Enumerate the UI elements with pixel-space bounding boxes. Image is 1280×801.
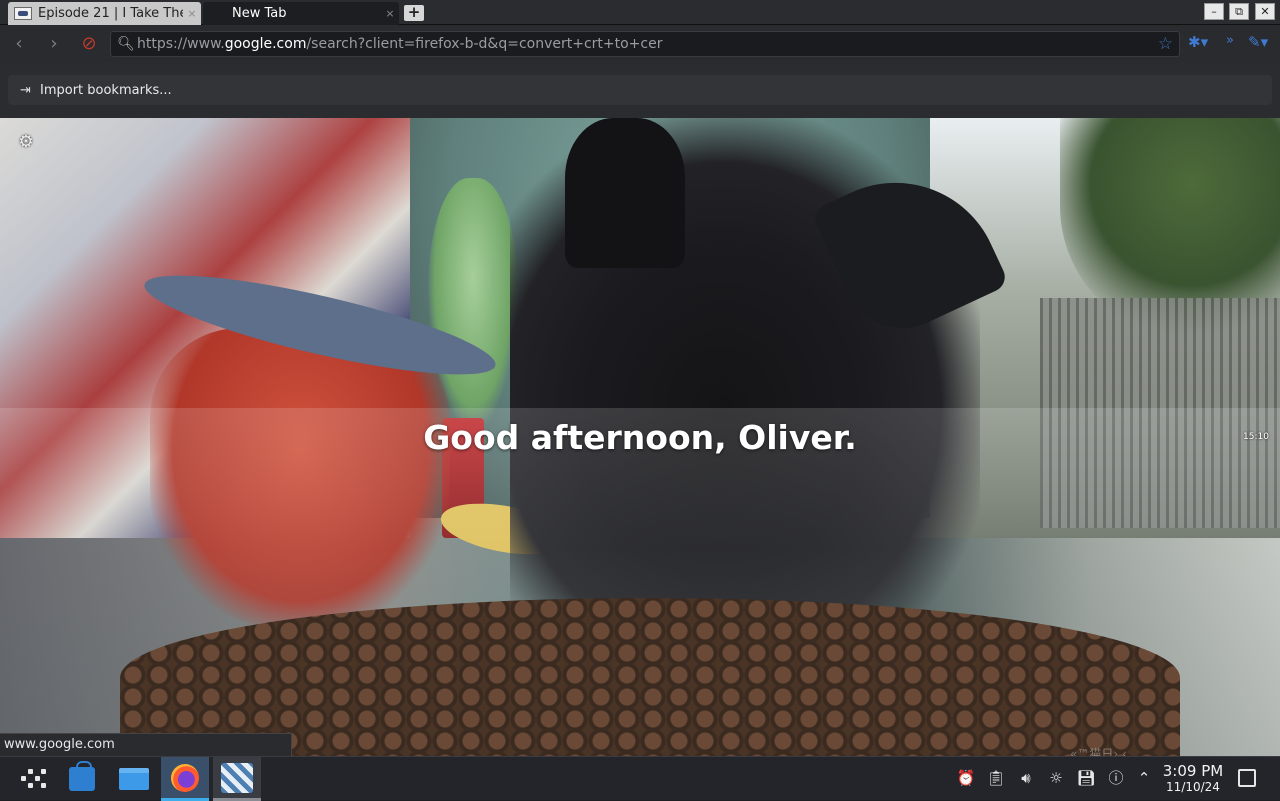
import-bookmarks-button[interactable]: ⇥ Import bookmarks... [8,75,1272,105]
extension-puzzle-icon[interactable]: ✱▾ [1188,33,1208,51]
taskbar: ⏰ 📋︎ 🔊︎ ☼ 💾︎ ⓘ ⌃ 3:09 PM 11/10/24 [0,756,1280,801]
volume-icon[interactable]: 🔊︎ [1016,768,1036,788]
tab-title: Episode 21 | I Take The [38,6,183,21]
url-host: google.com [224,36,307,52]
stop-loading-icon[interactable]: ⊘ [78,34,100,54]
minimize-button[interactable]: – [1204,3,1224,20]
import-bookmarks-label: Import bookmarks... [40,82,172,98]
clock-date: 11/10/24 [1166,780,1220,794]
tab-close-icon[interactable]: × [381,7,399,20]
firefox-icon [171,763,199,792]
back-arrow-icon[interactable]: ‹ [8,34,30,54]
forward-arrow-icon[interactable]: › [43,34,65,54]
brightness-icon[interactable]: ☼ [1046,768,1066,788]
tab-new-tab[interactable]: New Tab × [203,2,399,25]
digital-clock[interactable]: 3:09 PM 11/10/24 [1160,762,1226,794]
disk-icon[interactable]: 💾︎ [1076,768,1096,788]
steam-icon [221,762,253,793]
folder-icon [119,768,149,790]
alarm-icon[interactable]: ⏰ [956,768,976,788]
url-text[interactable]: https://www.google.com/search?client=fir… [137,36,662,52]
url-path: /search?client=firefox-b-d&q=convert+crt… [306,36,663,52]
bookmark-star-icon[interactable]: ☆ [1158,34,1173,54]
show-desktop-icon[interactable] [1238,769,1256,787]
greeting-text: Good afternoon, Oliver. [423,418,857,457]
import-icon: ⇥ [20,82,31,98]
cat-ear [565,118,685,268]
discover-store-button[interactable] [58,757,106,801]
address-bar[interactable]: 🔍︎ https://www.google.com/search?client=… [110,31,1180,57]
file-manager-button[interactable] [110,757,158,801]
search-icon: 🔍︎ [117,36,135,52]
tab-title: New Tab [232,6,287,21]
tab-episode-21[interactable]: Episode 21 | I Take The × [8,2,201,25]
clock-time: 3:09 PM [1162,762,1224,780]
navigation-toolbar: ‹ › ⊘ 🔍︎ https://www.google.com/search?c… [0,25,1280,63]
url-prefix: https://www. [137,36,225,52]
overflow-chevron-icon[interactable]: » [1226,33,1234,48]
maximize-button[interactable]: ⧉ [1229,3,1249,20]
close-window-button[interactable]: ✕ [1255,3,1275,20]
steam-task-button[interactable] [213,757,261,801]
clipboard-icon[interactable]: 📋︎ [986,768,1006,788]
status-url-overlay: www.google.com [0,733,292,756]
tray-expand-icon[interactable]: ⌃ [1134,768,1154,788]
gear-icon[interactable]: ⚙ [16,132,36,152]
help-icon[interactable]: ⓘ [1106,768,1126,788]
app-launcher-button[interactable] [10,757,58,801]
wallpaper-clock: 15:10 [1243,432,1269,442]
firefox-task-button[interactable] [161,757,209,801]
launcher-icon [21,766,47,792]
tools-wrench-icon[interactable]: ✎▾ [1248,33,1268,51]
site-favicon-icon [14,7,32,20]
bookmarks-toolbar: ⇥ Import bookmarks... [0,63,1280,118]
tab-close-icon[interactable]: × [183,7,201,20]
new-tab-button[interactable]: + [404,5,424,21]
tab-strip: Episode 21 | I Take The × New Tab × + – … [0,0,1280,25]
shopping-bag-icon [69,761,95,791]
